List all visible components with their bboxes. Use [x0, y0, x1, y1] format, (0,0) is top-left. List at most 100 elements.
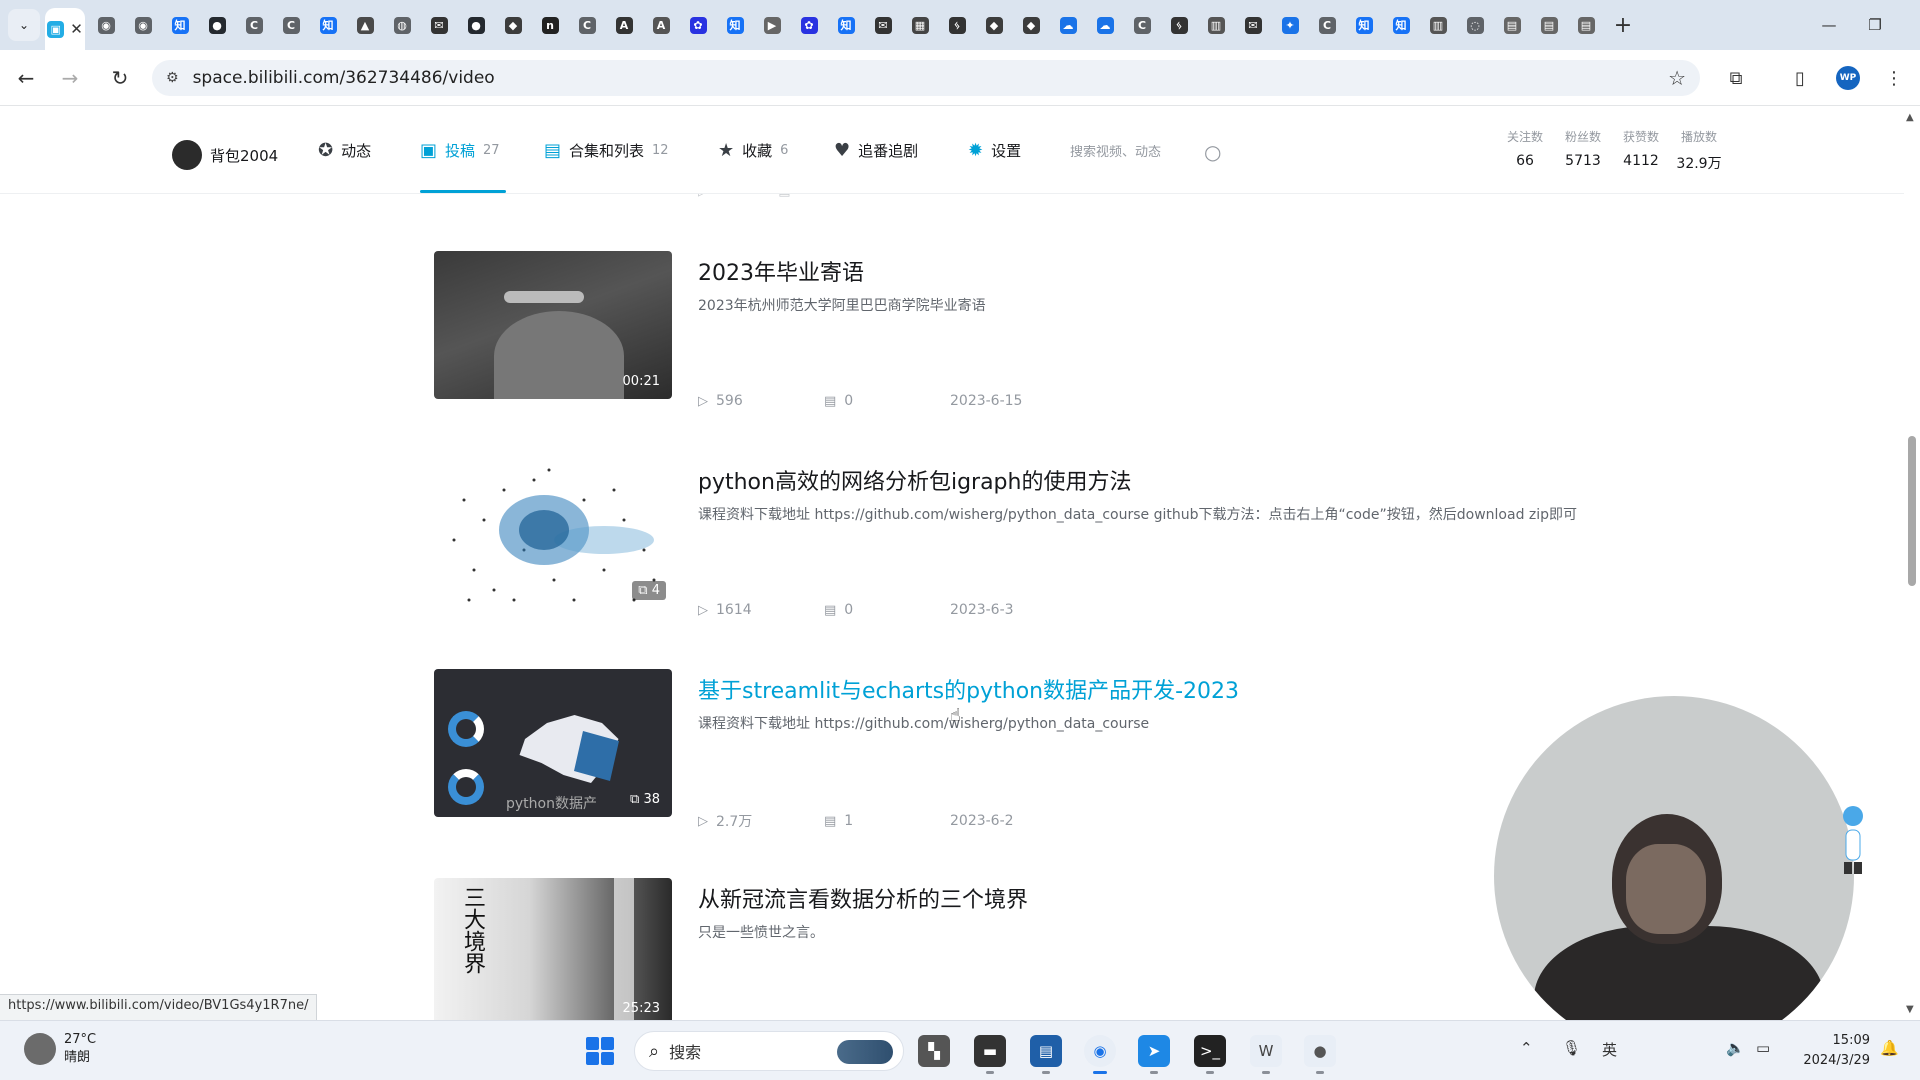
pin-app-icon[interactable]: ➤ — [1138, 1035, 1170, 1074]
task-view-icon[interactable]: ▚ — [918, 1035, 950, 1067]
browser-tab[interactable]: A — [645, 8, 677, 42]
video-title[interactable]: 从新冠流言看数据分析的三个境界 — [698, 882, 1028, 914]
tab-submissions[interactable]: ▣ 投稿 27 — [420, 140, 500, 161]
file-explorer-icon[interactable]: ▤ — [1030, 1035, 1062, 1074]
browser-tab[interactable]: ☁ — [1089, 8, 1121, 42]
reload-icon[interactable]: ↻ — [102, 60, 138, 96]
browser-tab[interactable]: C — [238, 8, 270, 42]
browser-tab[interactable]: ▲ — [349, 8, 381, 42]
active-tab[interactable]: ▣ ✕ — [45, 8, 85, 50]
system-clock[interactable]: 15:09 2024/3/29 — [1790, 1031, 1870, 1071]
browser-tab[interactable]: ☁ — [1052, 8, 1084, 42]
browser-tab[interactable]: ✦ — [1274, 8, 1306, 42]
browser-tab[interactable]: ▦ — [904, 8, 936, 42]
video-title[interactable]: 基于streamlit与echarts的python数据产品开发-2023 — [698, 673, 1239, 705]
menu-kebab-icon[interactable]: ⋮ — [1876, 60, 1912, 96]
profile-avatar[interactable]: WP — [1830, 60, 1866, 96]
sidepanel-icon[interactable]: ▯ — [1782, 60, 1818, 96]
bilibili-mascot-icon[interactable] — [1840, 800, 1866, 880]
video-thumbnail[interactable]: ⧉ 4 — [434, 460, 672, 608]
browser-tab[interactable]: ✉ — [1237, 8, 1269, 42]
taskbar-search[interactable]: ⌕ 搜索 — [634, 1031, 904, 1071]
browser-tab[interactable]: 知 — [1348, 8, 1380, 42]
browser-tab[interactable]: 知 — [312, 8, 344, 42]
tray-chevron-icon[interactable]: ⌃ — [1520, 1039, 1533, 1057]
weather-widget[interactable]: 27°C 晴朗 — [24, 1031, 96, 1067]
scrollbar-thumb[interactable] — [1908, 436, 1916, 586]
terminal-app-icon[interactable]: ▬ — [974, 1035, 1006, 1074]
browser-tab[interactable]: ▥ — [1200, 8, 1232, 42]
browser-tab[interactable]: ✉ — [867, 8, 899, 42]
browser-tab[interactable]: ᛃ — [941, 8, 973, 42]
browser-tab[interactable]: ▤ — [1570, 8, 1602, 42]
browser-tab[interactable]: ◍ — [386, 8, 418, 42]
tab-search-chevron-icon[interactable]: ⌄ — [8, 9, 40, 41]
search-input[interactable] — [1070, 144, 1200, 160]
bookmark-star-icon[interactable]: ☆ — [1668, 66, 1686, 90]
browser-tab[interactable]: ▤ — [1533, 8, 1565, 42]
wps-icon[interactable]: W — [1250, 1035, 1282, 1074]
page-scrollbar[interactable]: ▲ ▼ — [1904, 106, 1920, 1020]
browser-tab[interactable]: 知 — [830, 8, 862, 42]
browser-tab[interactable]: n — [534, 8, 566, 42]
browser-tab[interactable]: 知 — [164, 8, 196, 42]
browser-tab[interactable]: ◉ — [90, 8, 122, 42]
browser-tab[interactable]: 知 — [719, 8, 751, 42]
address-bar[interactable]: ⚙ space.bilibili.com/362734486/video ☆ — [152, 60, 1700, 96]
terminal-icon[interactable]: >_ — [1194, 1035, 1226, 1074]
restore-icon[interactable]: ❐ — [1852, 0, 1898, 50]
video-thumbnail[interactable]: 三大境界 25:23 — [434, 878, 672, 1020]
browser-tab[interactable]: C — [275, 8, 307, 42]
ime-icon[interactable]: 英 — [1602, 1039, 1617, 1060]
tab-favorites[interactable]: ★ 收藏 6 — [718, 140, 788, 161]
video-thumbnail[interactable]: python数据产 ⧉ 38 — [434, 669, 672, 817]
browser-tab[interactable]: 知 — [1385, 8, 1417, 42]
search-icon[interactable]: ○ — [1204, 140, 1221, 164]
site-info-icon[interactable]: ⚙ — [166, 70, 179, 86]
browser-tab[interactable]: ◉ — [127, 8, 159, 42]
profile-home-link[interactable]: 背包2004 — [172, 140, 278, 170]
minimize-icon[interactable]: — — [1806, 0, 1852, 50]
microphone-icon[interactable]: 🎙 — [1562, 1039, 1581, 1057]
new-tab-button[interactable]: + — [1608, 13, 1638, 38]
tab-settings[interactable]: ✹ 设置 — [968, 140, 1021, 161]
browser-tab[interactable]: ᛃ — [1163, 8, 1195, 42]
browser-tab[interactable]: C — [1126, 8, 1158, 42]
stat-followers[interactable]: 粉丝数 5713 — [1554, 128, 1612, 173]
close-tab-icon[interactable]: ✕ — [70, 20, 83, 38]
tab-collections[interactable]: ▤ 合集和列表 12 — [544, 140, 669, 161]
scroll-down-icon[interactable]: ▼ — [1906, 1004, 1914, 1015]
browser-tab[interactable]: C — [1311, 8, 1343, 42]
browser-tab[interactable]: ● — [201, 8, 233, 42]
volume-icon[interactable]: 🔈 — [1726, 1039, 1745, 1057]
browser-tab[interactable]: ◆ — [497, 8, 529, 42]
browser-tab[interactable]: ▶ — [756, 8, 788, 42]
recorder-icon[interactable]: ● — [1304, 1035, 1336, 1074]
chrome-icon[interactable]: ◉ — [1084, 1035, 1116, 1074]
video-title[interactable]: 2023年毕业寄语 — [698, 255, 864, 287]
browser-tab[interactable]: ◌ — [1459, 8, 1491, 42]
browser-tab[interactable]: A — [608, 8, 640, 42]
battery-icon[interactable]: ▭ — [1756, 1039, 1770, 1057]
address-url[interactable]: space.bilibili.com/362734486/video — [193, 68, 495, 88]
browser-tab[interactable]: C — [571, 8, 603, 42]
video-thumbnail[interactable]: 00:21 — [434, 251, 672, 399]
browser-tab[interactable]: ● — [460, 8, 492, 42]
browser-tab[interactable]: ◆ — [978, 8, 1010, 42]
browser-tab[interactable]: ▤ — [1496, 8, 1528, 42]
stat-following[interactable]: 关注数 66 — [1496, 128, 1554, 173]
browser-tab[interactable]: ✉ — [423, 8, 455, 42]
video-title[interactable]: python高效的网络分析包igraph的使用方法 — [698, 464, 1131, 496]
browser-tab[interactable]: ✿ — [682, 8, 714, 42]
notification-icon[interactable]: 🔔 — [1880, 1039, 1899, 1057]
back-icon[interactable]: ← — [8, 60, 44, 96]
scroll-up-icon[interactable]: ▲ — [1906, 112, 1914, 123]
forward-icon[interactable]: → — [52, 60, 88, 96]
browser-tab[interactable]: ✿ — [793, 8, 825, 42]
browser-tab[interactable]: ▥ — [1422, 8, 1454, 42]
start-button[interactable] — [586, 1037, 614, 1065]
tab-dynamic[interactable]: ✪ 动态 — [318, 140, 371, 161]
tab-bangumi[interactable]: ♥ 追番追剧 — [834, 140, 918, 161]
extensions-icon[interactable]: ⧉ — [1718, 60, 1754, 96]
browser-tab[interactable]: ◆ — [1015, 8, 1047, 42]
